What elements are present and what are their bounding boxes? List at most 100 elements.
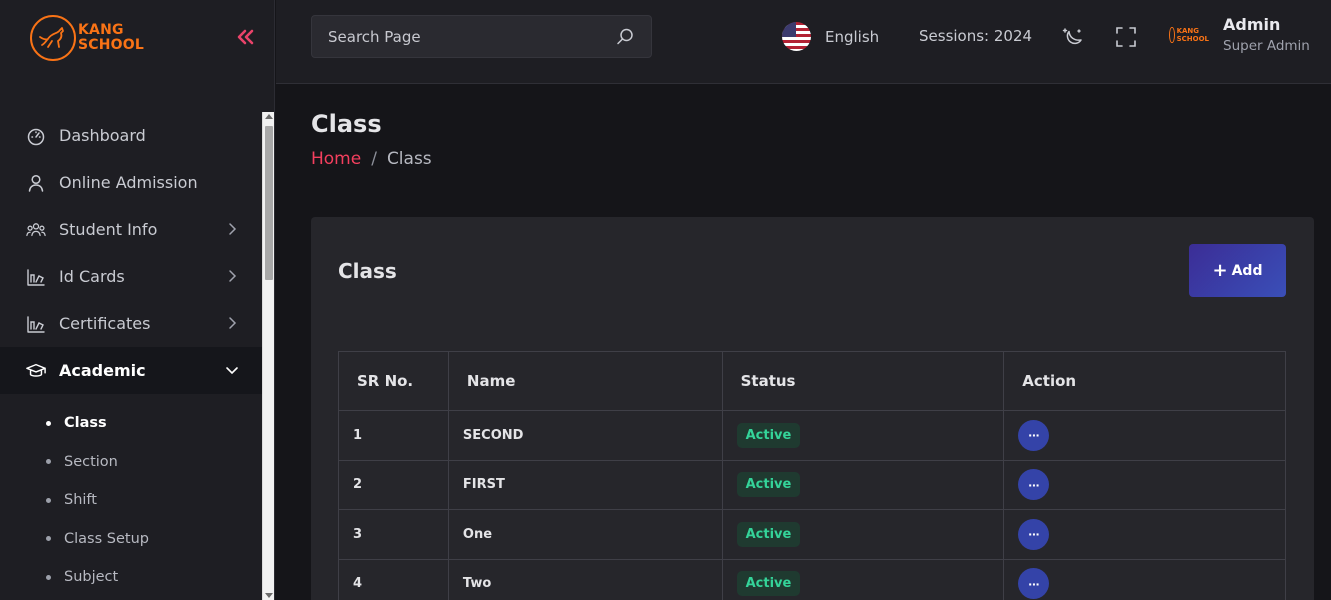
- chevron-right-icon: [229, 223, 237, 235]
- double-chevron-left-icon: [237, 29, 254, 45]
- academic-submenu: Class Section Shift Class Setup Subject: [0, 394, 262, 597]
- cell-name: SECOND: [447, 410, 723, 461]
- status-badge: Active: [736, 472, 801, 498]
- sessions-selector[interactable]: Sessions: 2024: [919, 27, 1032, 45]
- cell-action: ···: [1003, 410, 1286, 461]
- cell-sr-no: 4: [338, 558, 449, 600]
- cell-action: ···: [1003, 558, 1286, 600]
- sidebar-item-online-admission[interactable]: Online Admission: [0, 159, 262, 206]
- avatar-text: KANG SCHOOL: [1176, 27, 1209, 43]
- cell-action: ···: [1003, 459, 1286, 510]
- moon-icon[interactable]: [1062, 26, 1084, 48]
- fullscreen-icon[interactable]: [1115, 26, 1137, 48]
- cell-action: ···: [1003, 509, 1286, 560]
- sidebar-item-label: Academic: [59, 361, 146, 380]
- kangaroo-logo-icon: [1169, 27, 1175, 43]
- submenu-item-class[interactable]: Class: [0, 404, 262, 443]
- table-row: 3 One Active ···: [338, 509, 1286, 560]
- collapse-sidebar-button[interactable]: [236, 27, 254, 53]
- sidebar-nav: Dashboard Online Admission Student Info …: [0, 112, 262, 597]
- submenu-item-label: Class Setup: [64, 530, 149, 547]
- sidebar: KANG SCHOOL Dashboard Online Admission S…: [0, 0, 275, 600]
- avatar: KANG SCHOOL: [1169, 25, 1209, 45]
- cell-sr-no: 2: [338, 459, 449, 510]
- card-title: Class: [338, 259, 397, 283]
- status-badge: Active: [736, 422, 801, 448]
- sidebar-item-certificates[interactable]: Certificates: [0, 300, 262, 347]
- school-logo[interactable]: KANG SCHOOL: [30, 15, 144, 61]
- submenu-item-subject[interactable]: Subject: [0, 558, 262, 597]
- kangaroo-logo-icon: [30, 15, 76, 61]
- row-actions-button[interactable]: ···: [1018, 419, 1050, 451]
- sidebar-item-academic[interactable]: Academic: [0, 347, 262, 394]
- brand-line-1: KANG: [78, 22, 124, 38]
- brand-name: KANG SCHOOL: [78, 23, 144, 53]
- scroll-up-arrow-icon[interactable]: [265, 114, 273, 119]
- table-header-row: SR No. Name Status Action: [338, 351, 1286, 411]
- breadcrumb: Home / Class: [311, 149, 432, 169]
- breadcrumb-home-link[interactable]: Home: [311, 149, 361, 169]
- cell-name: One: [447, 509, 723, 560]
- sidebar-item-student-info[interactable]: Student Info: [0, 206, 262, 253]
- bullet-icon: [46, 497, 51, 503]
- table-row: 4 Two Active ···: [338, 558, 1286, 600]
- class-card: Class + Add SR No. Name Status Action 1 …: [311, 217, 1314, 600]
- graduation-cap-icon: [26, 361, 46, 381]
- sidebar-item-label: Id Cards: [59, 267, 125, 286]
- row-actions-button[interactable]: ···: [1018, 469, 1050, 501]
- language-selector[interactable]: English: [782, 22, 879, 51]
- submenu-item-label: Subject: [64, 569, 119, 586]
- scroll-thumb[interactable]: [265, 126, 273, 280]
- breadcrumb-current: Class: [386, 149, 432, 169]
- submenu-item-shift[interactable]: Shift: [0, 481, 262, 520]
- sidebar-item-id-cards[interactable]: Id Cards: [0, 253, 262, 300]
- submenu-item-label: Shift: [64, 492, 97, 509]
- sidebar-scrollbar[interactable]: [262, 112, 274, 600]
- row-actions-button[interactable]: ···: [1018, 518, 1050, 550]
- row-actions-button[interactable]: ···: [1018, 568, 1050, 600]
- search-box[interactable]: [311, 15, 652, 58]
- sidebar-item-label: Online Admission: [59, 173, 198, 192]
- page-title: Class: [311, 110, 382, 138]
- search-input[interactable]: [328, 27, 615, 46]
- cell-sr-no: 1: [338, 410, 449, 461]
- submenu-item-label: Section: [64, 453, 118, 470]
- submenu-item-section[interactable]: Section: [0, 443, 262, 482]
- cell-name: FIRST: [447, 459, 723, 510]
- class-table: SR No. Name Status Action 1 SECOND Activ…: [338, 351, 1286, 600]
- add-class-button[interactable]: + Add: [1189, 244, 1286, 297]
- plus-icon: +: [1212, 259, 1228, 281]
- certificate-icon: [26, 314, 46, 334]
- user-role: Super Admin: [1223, 38, 1310, 54]
- status-badge: Active: [736, 571, 801, 597]
- id-card-icon: [26, 267, 46, 287]
- sidebar-item-label: Certificates: [59, 314, 151, 333]
- user-menu[interactable]: KANG SCHOOL Admin Super Admin: [1169, 14, 1310, 56]
- submenu-item-class-setup[interactable]: Class Setup: [0, 520, 262, 559]
- search-icon[interactable]: [615, 27, 635, 47]
- user-icon: [26, 173, 46, 193]
- us-flag-icon: [782, 22, 811, 51]
- user-name: Admin: [1223, 15, 1281, 34]
- column-header-name: Name: [447, 351, 723, 411]
- bullet-icon: [46, 574, 51, 580]
- breadcrumb-separator: /: [371, 149, 377, 169]
- add-button-label: Add: [1231, 262, 1263, 279]
- topbar: English Sessions: 2024 KANG SCHOOL Admin…: [276, 0, 1331, 84]
- table-row: 1 SECOND Active ···: [338, 410, 1286, 461]
- bullet-icon: [46, 536, 51, 542]
- scroll-down-arrow-icon[interactable]: [265, 593, 273, 598]
- chevron-right-icon: [229, 270, 237, 282]
- column-header-action: Action: [1003, 351, 1286, 411]
- cell-status: Active: [721, 558, 1005, 600]
- bullet-icon: [46, 420, 51, 426]
- bullet-icon: [46, 459, 51, 465]
- users-icon: [26, 220, 46, 240]
- status-badge: Active: [736, 521, 801, 547]
- sidebar-item-dashboard[interactable]: Dashboard: [0, 112, 262, 159]
- chevron-down-icon: [226, 367, 238, 375]
- column-header-sr-no: SR No.: [338, 351, 449, 411]
- cell-sr-no: 3: [338, 509, 449, 560]
- sidebar-item-label: Dashboard: [59, 126, 146, 145]
- column-header-status: Status: [721, 351, 1005, 411]
